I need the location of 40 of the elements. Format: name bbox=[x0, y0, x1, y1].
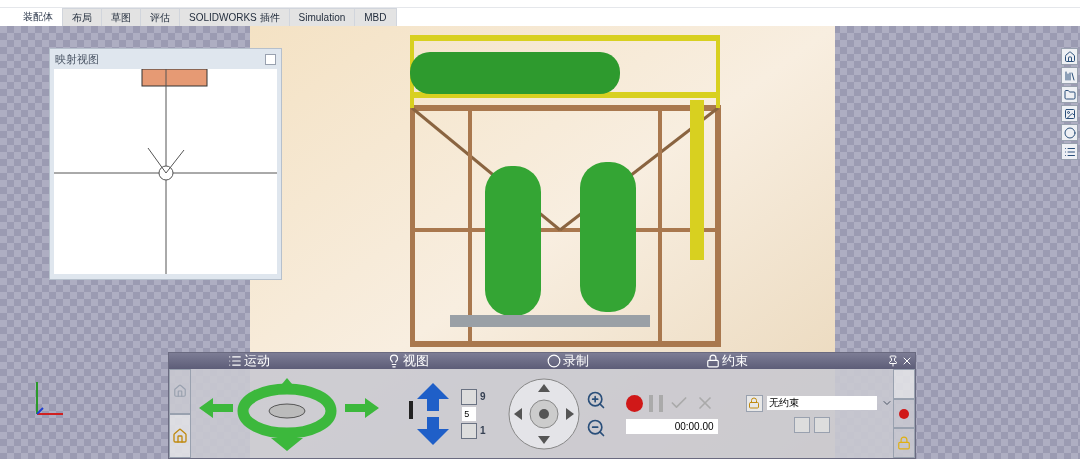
ribbon-tab[interactable]: 布局 bbox=[63, 8, 102, 26]
timer-field: 00:00.00 bbox=[625, 419, 718, 434]
next-button[interactable] bbox=[813, 416, 830, 433]
lock-button[interactable] bbox=[745, 394, 763, 412]
home-icon bbox=[173, 384, 187, 399]
home-icon[interactable] bbox=[1061, 48, 1078, 65]
speed-max-label: 9 bbox=[480, 390, 486, 404]
lock-icon bbox=[748, 397, 761, 409]
ribbon-tab[interactable]: MBD bbox=[355, 8, 397, 26]
section-title: 运动 bbox=[243, 353, 270, 369]
ribbon-tab[interactable]: SOLIDWORKS 插件 bbox=[180, 8, 290, 26]
record-icon bbox=[546, 354, 561, 368]
speed-min-label: 1 bbox=[480, 424, 486, 438]
restore-button[interactable] bbox=[265, 53, 276, 65]
section-title: 视图 bbox=[403, 353, 430, 369]
picture-icon[interactable] bbox=[1061, 105, 1078, 122]
ribbon-tab[interactable]: 草图 bbox=[102, 8, 141, 26]
close-icon[interactable] bbox=[901, 355, 913, 367]
up-down-arrows-icon[interactable] bbox=[409, 382, 449, 445]
speed-field[interactable]: 5 bbox=[462, 406, 477, 421]
direction-pad-icon[interactable] bbox=[507, 377, 580, 450]
list-icon bbox=[227, 354, 242, 368]
window-title: 映射视图 bbox=[55, 51, 99, 67]
home-icon bbox=[172, 427, 188, 444]
section-title: 约束 bbox=[722, 353, 749, 369]
ribbon-tab[interactable]: Simulation bbox=[289, 8, 356, 26]
ribbon-tab[interactable]: 评估 bbox=[141, 8, 180, 26]
pin-icon[interactable] bbox=[887, 355, 899, 367]
lock-icon bbox=[897, 436, 911, 451]
section-title: 录制 bbox=[562, 353, 589, 369]
zoom-in-icon[interactable] bbox=[585, 389, 606, 410]
lock-icon bbox=[706, 354, 721, 368]
home-button[interactable] bbox=[169, 413, 191, 458]
zoom-out-icon[interactable] bbox=[585, 417, 606, 438]
record-button[interactable] bbox=[893, 398, 915, 429]
constraint-dropdown[interactable]: 无约束 bbox=[766, 396, 877, 410]
record-button[interactable] bbox=[625, 394, 643, 412]
folder-icon[interactable] bbox=[1061, 86, 1078, 103]
list-icon[interactable] bbox=[1061, 143, 1078, 160]
previous-button[interactable] bbox=[793, 416, 810, 433]
